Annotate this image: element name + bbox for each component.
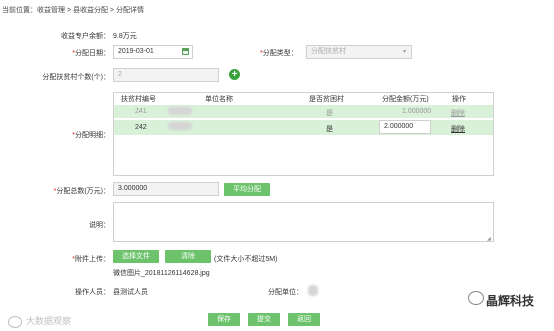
alloc-date-value: 2019-03-01 bbox=[118, 48, 154, 55]
alloc-date-label: *分配日期： bbox=[72, 50, 110, 57]
row-name-redacted bbox=[168, 122, 192, 130]
calendar-icon[interactable] bbox=[182, 48, 189, 55]
total-value: 3.000000 bbox=[118, 185, 148, 192]
table-header-name: 单位名称 bbox=[205, 96, 233, 103]
unit-label: 分配单位： bbox=[268, 289, 303, 296]
village-count-label: 分配扶贫村个数(个)： bbox=[42, 74, 110, 81]
row-id: 242 bbox=[135, 124, 147, 131]
row-amount: 1.000000 bbox=[402, 108, 432, 115]
delete-link[interactable]: 删除 bbox=[451, 108, 465, 118]
resize-handle-icon[interactable]: ◢ bbox=[487, 236, 491, 242]
remark-textarea[interactable] bbox=[113, 202, 494, 242]
row-amount: 2.000000 bbox=[384, 123, 414, 130]
average-allocate-button[interactable]: 平均分配 bbox=[224, 183, 270, 196]
attachment-label: *附件上传： bbox=[72, 256, 110, 263]
row-amount-input[interactable]: 2.000000 bbox=[379, 120, 431, 134]
choose-file-button[interactable]: 选择文件 bbox=[113, 250, 159, 263]
save-button[interactable]: 保存 bbox=[208, 313, 240, 326]
delete-link[interactable]: 删除 bbox=[451, 124, 465, 134]
total-label: *分配总数(万元)： bbox=[53, 188, 110, 195]
wechat-logo-icon bbox=[468, 291, 484, 305]
table-header-amount: 分配金额(万元) bbox=[382, 96, 429, 103]
submit-button[interactable]: 提交 bbox=[248, 313, 280, 326]
table-header-poor: 是否贫困村 bbox=[309, 96, 344, 103]
row-poor: 是 bbox=[326, 126, 333, 133]
clear-button[interactable]: 清除 bbox=[165, 250, 211, 263]
plus-icon: + bbox=[231, 69, 238, 80]
village-count-input[interactable]: 2 bbox=[113, 68, 219, 82]
alloc-type-label: *分配类型： bbox=[260, 50, 298, 57]
alloc-date-input[interactable]: 2019-03-01 bbox=[113, 45, 193, 59]
breadcrumb: 当前位置：收益管理 > 县收益分配 > 分配详情 bbox=[2, 7, 144, 14]
back-button[interactable]: 返回 bbox=[288, 313, 320, 326]
file-name[interactable]: 微信图片_20181126114628.jpg bbox=[113, 268, 210, 278]
total-input[interactable]: 3.000000 bbox=[113, 182, 219, 196]
operator-label: 操作人员： bbox=[75, 289, 110, 296]
detail-label: *分配明细： bbox=[72, 132, 110, 139]
watermark-left: 大数据观察 bbox=[8, 314, 71, 328]
village-count-value: 2 bbox=[118, 71, 122, 78]
row-poor: 是 bbox=[326, 110, 333, 117]
watermark-right: 晶辉科技 bbox=[486, 294, 535, 308]
row-id: 241 bbox=[135, 108, 147, 115]
watermark-logo-icon bbox=[8, 315, 22, 328]
table-header-id: 扶贫村编号 bbox=[121, 96, 156, 103]
unit-value-redacted bbox=[308, 285, 318, 296]
alloc-type-select[interactable]: 分配扶贫村 bbox=[306, 45, 412, 59]
alloc-date-label-text: 分配日期： bbox=[75, 50, 110, 57]
file-size-hint: (文件大小不超过5M) bbox=[214, 256, 278, 263]
alloc-type-value: 分配扶贫村 bbox=[311, 48, 346, 55]
add-village-button[interactable]: + bbox=[229, 69, 240, 80]
balance-label: 收益专户余额： bbox=[61, 33, 110, 40]
row-name-redacted bbox=[168, 107, 192, 115]
remark-label: 说明： bbox=[89, 222, 110, 229]
table-header-action: 操作 bbox=[452, 96, 466, 103]
chevron-down-icon[interactable]: ▾ bbox=[403, 48, 406, 55]
balance-value: 9.8万元 bbox=[113, 33, 137, 40]
operator-value: 县测试人员 bbox=[113, 289, 148, 296]
